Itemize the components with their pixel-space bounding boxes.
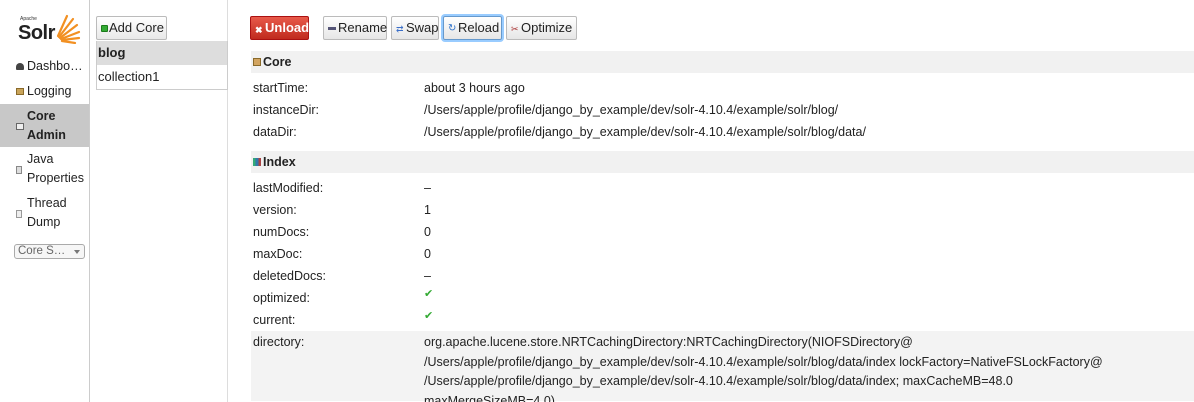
checkmark-icon: ✔ [424, 310, 434, 322]
row-value: /Users/apple/profile/django_by_example/d… [424, 103, 839, 117]
reload-button[interactable]: ↻ Reload [443, 16, 502, 40]
core-section-header: Core [251, 51, 1194, 73]
nav-thread-dump[interactable]: Thread Dump [0, 194, 89, 232]
directory-line: maxMergeSizeMB=4.0) [424, 393, 555, 402]
nav-logging-label: Logging [27, 84, 72, 98]
optimize-icon: ✂ [511, 24, 519, 34]
row-value-checkmark: ✔ [424, 309, 433, 332]
index-section-title: Index [263, 155, 296, 169]
index-row-directory: directory: org.apache.lucene.store.NRTCa… [251, 331, 1194, 402]
java-icon [16, 166, 22, 174]
index-chart-icon [253, 158, 261, 166]
core-item-blog[interactable]: blog [97, 41, 227, 65]
nav-dashboard[interactable]: Dashbo… [0, 57, 89, 76]
nav-logging[interactable]: Logging [0, 82, 89, 101]
nav-dashboard-label: Dashbo… [27, 59, 83, 73]
row-key: optimized: [253, 291, 310, 305]
cores-panel: Add Core blog collection1 [90, 0, 228, 402]
index-section-header: Index [251, 151, 1194, 173]
core-admin-icon [16, 123, 24, 130]
checkmark-icon: ✔ [424, 288, 434, 300]
nav-thread-line1: Thread [27, 196, 67, 210]
row-value-checkmark: ✔ [424, 287, 433, 310]
row-key: directory: [253, 335, 305, 349]
row-key: maxDoc: [253, 247, 303, 261]
row-value: 0 [424, 247, 431, 261]
nav-core-admin-line2: Admin [27, 128, 66, 142]
core-section-title: Core [263, 55, 292, 69]
row-key: deletedDocs: [253, 269, 326, 283]
nav-thread-line2: Dump [27, 215, 61, 229]
reload-label: Reload [458, 20, 500, 35]
reload-icon: ↻ [448, 23, 457, 34]
core-detail: ✖ Unload Rename ⇄ Swap ↻ Reload ✂ Optimi… [228, 0, 1194, 402]
core-list: blog collection1 [96, 41, 228, 90]
directory-line: /Users/apple/profile/django_by_example/d… [424, 354, 1103, 369]
row-key: version: [253, 203, 297, 217]
rename-icon [328, 27, 336, 30]
thread-dump-icon [16, 210, 22, 218]
directory-line: org.apache.lucene.store.NRTCachingDirect… [424, 335, 913, 349]
dashboard-icon [16, 63, 24, 70]
row-key: instanceDir: [253, 103, 319, 117]
nav-java-properties[interactable]: Java Properties [0, 150, 89, 188]
row-value: 0 [424, 225, 431, 239]
add-core-label: Add Core [109, 20, 164, 35]
optimize-button[interactable]: ✂ Optimize [506, 16, 577, 40]
rename-button[interactable]: Rename [323, 16, 387, 40]
row-value: 1 [424, 203, 431, 217]
solr-logo[interactable]: Apache Solr [12, 12, 82, 48]
row-key: numDocs: [253, 225, 310, 239]
solr-sun-icon [56, 14, 81, 44]
logo-solr-text: Solr [18, 22, 55, 44]
swap-button[interactable]: ⇄ Swap [391, 16, 439, 40]
nav-core-admin[interactable]: Core Admin [0, 104, 89, 147]
directory-value: org.apache.lucene.store.NRTCachingDirect… [424, 333, 1184, 402]
nav-java-line2: Properties [27, 171, 84, 185]
unload-icon: ✖ [255, 25, 263, 35]
row-key: dataDir: [253, 125, 297, 139]
core-selector-value: Core S… [18, 245, 66, 257]
core-icon [253, 58, 261, 66]
row-value: /Users/apple/profile/django_by_example/d… [424, 125, 866, 139]
row-value: – [424, 269, 431, 283]
swap-icon: ⇄ [396, 24, 404, 34]
add-core-button[interactable]: Add Core [96, 16, 167, 40]
row-key: startTime: [253, 81, 309, 95]
directory-line: /Users/apple/profile/django_by_example/d… [424, 374, 1013, 388]
core-selector[interactable]: Core S… [14, 244, 85, 259]
row-key: current: [253, 313, 296, 327]
logging-icon [16, 88, 24, 95]
rename-label: Rename [338, 20, 388, 35]
optimize-label: Optimize [521, 20, 573, 35]
add-icon [101, 25, 108, 32]
nav-core-admin-line1: Core [27, 109, 56, 123]
swap-label: Swap [406, 20, 439, 35]
core-item-collection1[interactable]: collection1 [97, 65, 227, 89]
row-value: – [424, 181, 431, 195]
unload-label: Unload [265, 20, 310, 35]
nav-java-line1: Java [27, 152, 54, 166]
row-key: lastModified: [253, 181, 324, 195]
chevron-down-icon [74, 250, 80, 254]
left-nav: Apache Solr Dashbo… Logging Core Admin J… [0, 0, 90, 402]
unload-button[interactable]: ✖ Unload [250, 16, 309, 40]
row-value: about 3 hours ago [424, 81, 525, 95]
